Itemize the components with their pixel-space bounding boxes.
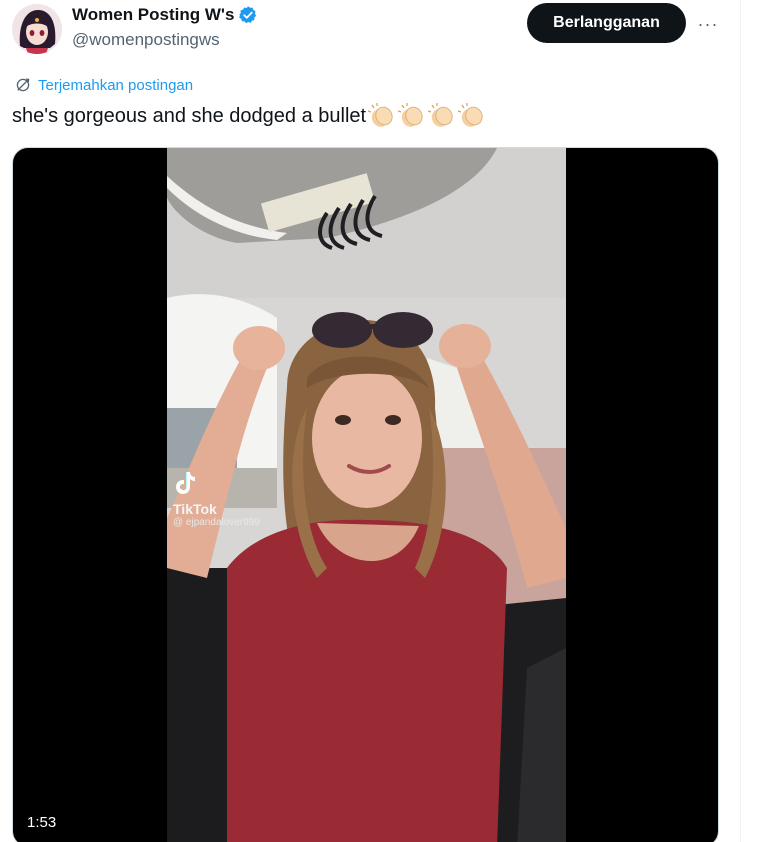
tweet-card: Women Posting W's @womenpostingws Berlan… [0,0,741,842]
clapping-hands-icon [427,103,456,129]
tiktok-username: @ ejpandalover999 [173,517,260,528]
tweet-text: she's gorgeous and she dodged a bullet [12,103,486,129]
clapping-hands-icon [367,103,396,129]
tweet-body: she's gorgeous and she dodged a bullet [12,104,367,127]
tiktok-brand: TikTok [173,501,217,517]
avatar[interactable] [12,4,62,54]
translate-post-link[interactable]: Terjemahkan postingan [14,76,193,94]
video-frame[interactable]: TikTok @ ejpandalover999 [167,148,566,842]
video-player[interactable]: TikTok @ ejpandalover999 1:53 [12,147,719,842]
translate-label[interactable]: Terjemahkan postingan [38,77,193,94]
clapping-hands-icon [457,103,486,129]
subscribe-button[interactable]: Berlangganan [527,3,686,43]
author-display-name[interactable]: Women Posting W's [72,5,234,25]
tiktok-watermark: TikTok @ ejpandalover999 [173,470,260,528]
more-options-icon[interactable]: ··· [692,8,724,40]
author-handle[interactable]: @womenpostingws [72,30,220,50]
clapping-hands-icon [397,103,426,129]
translate-icon [16,78,30,92]
video-duration: 1:53 [27,814,57,831]
divider [740,0,741,842]
tiktok-logo-icon [176,472,195,494]
author-name-row[interactable]: Women Posting W's [72,5,258,25]
verified-badge-icon[interactable] [238,5,258,25]
